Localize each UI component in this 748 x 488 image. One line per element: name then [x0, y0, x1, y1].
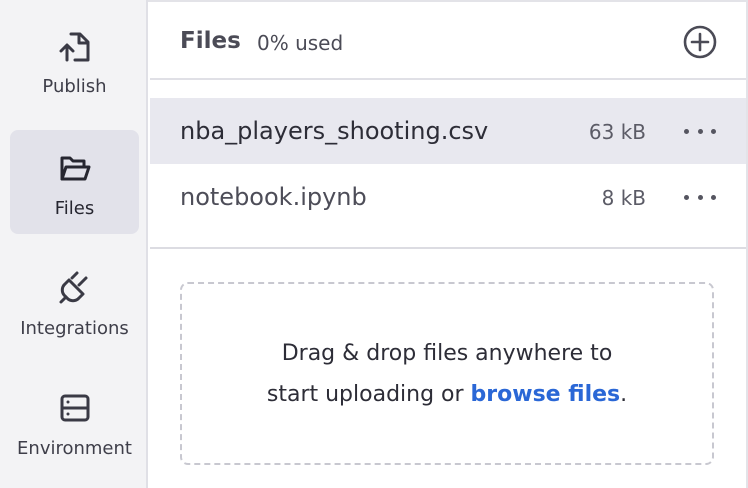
- sidebar-item-label: Integrations: [20, 318, 129, 339]
- plug-icon: [55, 268, 95, 308]
- file-row[interactable]: nba_players_shooting.csv 63 kB: [150, 98, 746, 164]
- file-size: 8 kB: [601, 186, 646, 210]
- file-row[interactable]: notebook.ipynb 8 kB: [150, 164, 746, 230]
- file-name: notebook.ipynb: [180, 183, 367, 211]
- sidebar-item-files[interactable]: Files: [10, 130, 139, 234]
- divider: [150, 247, 746, 249]
- more-options-icon[interactable]: [684, 120, 716, 142]
- storage-usage: 0% used: [257, 31, 344, 55]
- file-name: nba_players_shooting.csv: [180, 117, 489, 145]
- sidebar: Publish Files Integrations Environment: [0, 0, 148, 488]
- file-size: 63 kB: [588, 120, 646, 144]
- sidebar-item-label: Files: [54, 198, 95, 219]
- more-options-icon[interactable]: [684, 186, 716, 208]
- add-file-button[interactable]: [682, 24, 718, 60]
- server-icon: [55, 388, 95, 428]
- browse-files-link[interactable]: browse files: [471, 382, 621, 407]
- publish-icon: [55, 26, 95, 66]
- sidebar-item-publish[interactable]: Publish: [10, 8, 139, 112]
- sidebar-item-label: Environment: [17, 438, 132, 459]
- folder-icon: [55, 148, 95, 188]
- dropzone-text: Drag & drop files anywhere to start uplo…: [266, 340, 628, 407]
- upload-dropzone[interactable]: Drag & drop files anywhere to start uplo…: [180, 282, 714, 465]
- sidebar-item-label: Publish: [42, 76, 107, 97]
- files-header: Files 0% used: [150, 0, 746, 80]
- sidebar-item-integrations[interactable]: Integrations: [10, 250, 139, 354]
- sidebar-item-environment[interactable]: Environment: [10, 370, 139, 474]
- files-panel: Files 0% used nba_players_shooting.csv 6…: [150, 0, 748, 488]
- plus-circle-icon: [683, 25, 717, 59]
- file-list: nba_players_shooting.csv 63 kB notebook.…: [150, 98, 746, 230]
- page-title: Files: [180, 28, 241, 54]
